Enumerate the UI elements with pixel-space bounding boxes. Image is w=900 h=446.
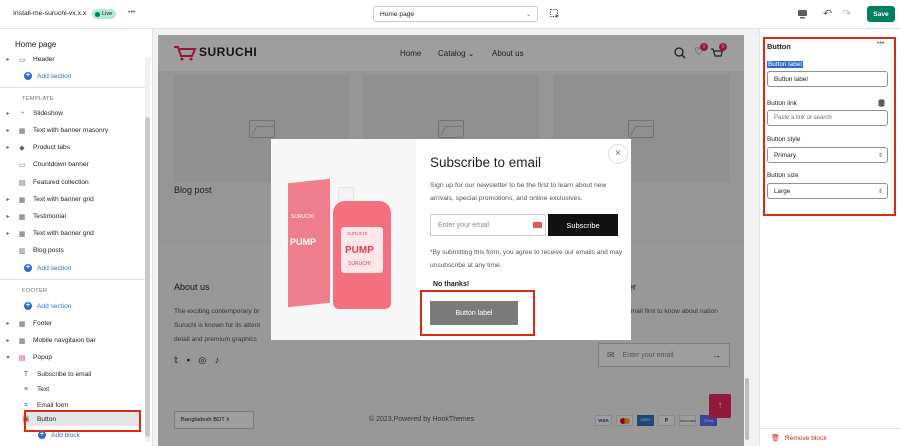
bottle-sub: SURUCHI (348, 261, 371, 267)
page-select-value: Home page (380, 10, 415, 18)
product-box-brand: SURUCHI (291, 214, 314, 220)
remove-block-button[interactable]: 🗑 Remove block (771, 434, 827, 443)
add-block-link[interactable]: + Add block (38, 431, 80, 439)
layout-icon: ▦ (18, 230, 26, 238)
highlight-box-popup-button (420, 290, 535, 336)
footer-icon: ▦ (18, 320, 26, 328)
button-link-field-label: Button link (767, 100, 797, 107)
subscribe-button[interactable]: Subscribe (548, 214, 618, 236)
add-section-link-1[interactable]: + Add section (24, 72, 71, 80)
sidebar-item-text-banner-grid[interactable]: ▸ ▦ Text with banner grid (0, 191, 150, 208)
popup-text: Sign up for our newsletter to be the fir… (430, 182, 607, 202)
select-arrows-icon: ⇕ (877, 188, 883, 195)
store-preview: SURUCHI Home Catalog ⌄ About us ♡ 0 0 Bl… (158, 35, 744, 446)
slideshow-icon: ◔ (19, 110, 25, 117)
layout-icon: ▦ (18, 213, 26, 221)
plus-circle-icon: + (24, 72, 32, 80)
save-button[interactable]: Save (867, 6, 895, 22)
sidebar-item-featured-collection[interactable]: ▤ Featured collection (0, 174, 150, 191)
button-size-field-label: Button size (767, 172, 799, 179)
plus-circle-icon: + (38, 431, 46, 439)
popup-icon: ▤ (18, 354, 26, 362)
plus-circle-icon: + (24, 302, 32, 310)
popup-disclaimer: *By submitting this form, you agree to r… (430, 249, 623, 269)
top-bar: Install-me-suruchi-vx.x.x Live ••• Home … (0, 0, 900, 29)
popup-product-image: SURUCHI PUMP SURUCHI PUMP SURUCHI (271, 139, 416, 340)
sidebar-item-countdown-banner[interactable]: ▭ Countdown banner (0, 156, 150, 173)
inspect-icon[interactable] (550, 9, 560, 19)
button-link-input[interactable]: Paste a link or search (767, 110, 888, 126)
sidebar-item-testimonial[interactable]: ▸ ▦ Testimonial (0, 208, 150, 225)
desktop-view-icon[interactable] (797, 9, 808, 19)
plus-circle-icon: + (24, 264, 32, 272)
sidebar-item-slideshow[interactable]: ▸ ◔ Slideshow (0, 105, 150, 122)
sidebar-item-mobile-nav[interactable]: ▸ ▦ Mobile navgitaion bar (0, 332, 150, 349)
template-group-label: TEMPLATE (22, 96, 54, 102)
button-size-select[interactable]: Large ⇕ (767, 183, 888, 199)
preview-scrollbar[interactable] (744, 35, 750, 446)
popup-title: Subscribe to email (430, 155, 542, 170)
redo-icon[interactable]: ↷ (842, 7, 851, 20)
chevron-down-icon: ⌄ (525, 11, 531, 18)
header-section-icon: ▭ (18, 56, 26, 64)
sidebar-item-popup[interactable]: ▾ ▤ Popup (0, 349, 150, 366)
select-arrows-icon: ⇕ (877, 152, 883, 159)
text-icon: T (23, 371, 29, 378)
live-badge: Live (92, 9, 117, 19)
bottle-name: PUMP (345, 245, 374, 256)
collection-icon: ▤ (18, 179, 26, 187)
block-text[interactable]: ≡ Text (20, 381, 170, 398)
layout-icon: ▭ (18, 161, 26, 169)
more-actions-button[interactable]: ••• (128, 9, 135, 16)
sidebar-item-header[interactable]: ▸ ▭ Header (0, 51, 150, 68)
button-style-select[interactable]: Primary ⇕ (767, 147, 888, 163)
popup-email-input[interactable]: Enter your email (430, 214, 546, 236)
layout-icon: ▦ (18, 196, 26, 204)
tag-icon: ◆ (19, 144, 25, 152)
sidebar-item-blog-posts[interactable]: ▥ Blog posts (0, 242, 150, 259)
button-label-input[interactable]: Button label (767, 71, 888, 87)
bottle-cap (338, 187, 354, 202)
product-box-name: PUMP (290, 237, 317, 247)
page-select[interactable]: Home page ⌄ (373, 6, 538, 22)
undo-icon[interactable]: ↶ (823, 7, 832, 20)
settings-title: Button (767, 42, 791, 51)
layout-icon: ▦ (18, 337, 26, 345)
add-section-link-2[interactable]: + Add section (24, 264, 71, 272)
trash-icon: 🗑 (771, 435, 780, 442)
no-thanks-link[interactable]: No thanks! (433, 281, 469, 288)
dynamic-source-icon[interactable] (878, 99, 885, 107)
sidebar-item-text-banner-masonry[interactable]: ▸ ▦ Text with banner masonry (0, 122, 150, 139)
live-dot-icon (95, 11, 100, 17)
blog-icon: ▥ (18, 247, 26, 255)
add-section-link-3[interactable]: + Add section (24, 302, 71, 310)
sections-sidebar: Home page ▸ ▭ Header + Add section TEMPLATE… (0, 29, 153, 446)
sidebar-item-product-tabs[interactable]: ▸ ◆ Product tabs (0, 139, 150, 156)
popup-close-button[interactable]: × (608, 144, 628, 164)
button-label-field-label: Button label (767, 61, 803, 68)
sidebar-item-text-banner-grid-2[interactable]: ▸ ▦ Text with banner grid (0, 225, 150, 242)
settings-more-button[interactable]: ••• (877, 40, 884, 47)
text-align-icon: ≡ (23, 386, 29, 393)
theme-name[interactable]: Install-me-suruchi-vx.x.x (13, 10, 86, 17)
autofill-icon (533, 222, 542, 228)
popup-modal: SURUCHI PUMP SURUCHI PUMP SURUCHI × Subs… (271, 139, 631, 340)
sidebar-item-footer[interactable]: ▸ ▦ Footer (0, 315, 150, 332)
sidebar-title: Home page (15, 40, 57, 49)
form-icon: ⌗ (24, 401, 28, 409)
button-style-field-label: Button style (767, 136, 801, 143)
bottle-brand: SURUCHI (347, 231, 368, 236)
layout-icon: ▦ (18, 127, 26, 135)
footer-group-label: FOOTER (22, 288, 48, 294)
highlight-box-button-block (24, 410, 141, 432)
